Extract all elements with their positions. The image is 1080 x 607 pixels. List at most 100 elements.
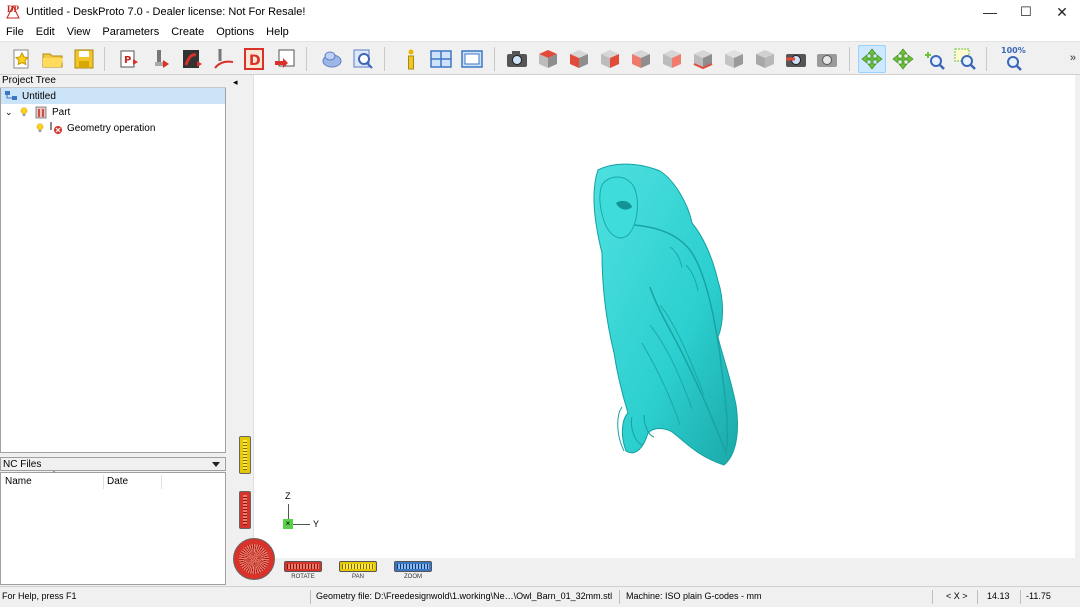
status-divider [1020,590,1021,604]
folder-icon [42,53,63,68]
geometry-icon [183,50,202,68]
menu-create[interactable]: Create [165,24,210,41]
view-back-button[interactable] [658,45,686,73]
nc-files-header: NC Files [0,457,226,471]
status-divider [619,590,620,604]
render-button[interactable] [782,45,810,73]
menu-help[interactable]: Help [260,24,295,41]
project-tree-header: Project Tree [0,75,226,88]
open-project-button[interactable] [39,45,67,73]
view-iso-back-button[interactable] [751,45,779,73]
zoom-view-button[interactable] [349,45,377,73]
rotate-label: ROTATE [291,574,315,580]
view-toggle-button[interactable] [458,45,486,73]
column-header-name[interactable]: Name [5,476,32,487]
menu-view[interactable]: View [61,24,97,41]
project-icon [5,91,17,100]
save-project-button[interactable] [70,45,98,73]
column-divider[interactable] [103,475,104,489]
menu-edit[interactable]: Edit [30,24,61,41]
maximize-button[interactable]: ☐ [1008,0,1044,24]
nc-files-title: NC Files [3,459,42,470]
menu-parameters[interactable]: Parameters [96,24,165,41]
rotate-mode-button[interactable] [858,45,886,73]
toolpath-button[interactable] [209,45,237,73]
toolbar-separator [986,47,987,71]
view-left-button[interactable] [627,45,655,73]
save-icon [74,49,94,69]
owl-model [593,163,738,466]
menu-options[interactable]: Options [210,24,260,41]
project-tree[interactable]: Untitled ⌄ Part Geometry operation [0,88,226,453]
output-button[interactable] [271,45,299,73]
camera-icon [507,51,527,67]
nc-files-list[interactable]: Name ⌃ Date [0,471,226,585]
status-geometry-file: Geometry file: D:\Freedesignwold\1.worki… [316,591,613,601]
window-layout-button[interactable] [427,45,455,73]
camera-button[interactable] [503,45,531,73]
magnifier-view-icon [353,49,373,69]
dropdown-arrow-icon[interactable] [211,461,221,469]
shaded-view-icon [322,51,342,68]
toolbar-overflow-button[interactable]: » [1070,52,1076,64]
tree-item-label: Part [52,106,71,118]
status-coord-y: -11.75 [1026,591,1051,601]
delete-toolpath-button[interactable]: D [240,45,268,73]
zoom-fit-button[interactable]: 100% [998,45,1028,73]
cube-bottom-icon [693,50,713,70]
toolpath-icon [214,49,234,69]
status-divider [932,590,933,604]
axis-indicator: Z × Y [280,490,330,540]
operation-parameters-button[interactable] [147,45,175,73]
toolbar-separator [384,47,385,71]
render-alt-button[interactable] [813,45,841,73]
rotate-slider-control[interactable] [284,561,322,572]
tree-item-untitled[interactable]: Untitled [1,88,225,104]
lightbulb-icon[interactable] [20,107,28,117]
rotate-dial-control[interactable] [233,538,275,580]
menu-bar: File Edit View Parameters Create Options… [0,24,1080,41]
view-bottom-button[interactable] [689,45,717,73]
pan-label: PAN [352,574,364,580]
part-parameters-button[interactable]: P [115,45,143,73]
zoom-window-icon [954,48,976,70]
column-header-date[interactable]: Date [107,476,128,487]
shaded-view-button[interactable] [318,45,346,73]
menu-file[interactable]: File [0,24,30,41]
toolbar-separator [849,47,850,71]
tree-item-part[interactable]: ⌄ Part [1,104,70,120]
view-top-button[interactable] [534,45,562,73]
operation-error-icon [50,122,62,134]
zoom-label: ZOOM [404,574,422,580]
zoom-mode-button[interactable] [920,45,948,73]
zoom-slider-control[interactable] [394,561,432,572]
lightbulb-icon[interactable] [36,123,44,133]
info-button[interactable] [396,45,424,73]
toolbar-separator [104,47,105,71]
zoom-window-button[interactable] [951,45,979,73]
title-bar: DP Untitled - DeskProto 7.0 - Dealer lic… [0,0,1080,24]
pan-mode-button[interactable] [889,45,917,73]
tree-item-geometry-operation[interactable]: Geometry operation [1,120,155,136]
minimize-button[interactable]: — [972,0,1008,24]
new-project-button[interactable] [8,45,36,73]
status-coord-mode[interactable]: < X > [946,591,968,601]
cube-left-icon [632,50,650,68]
3d-viewport[interactable]: ◂ Z × Y ROTATE PAN ZOOM [230,75,1075,585]
nc-files-panel: NC Files Name ⌃ Date [0,457,226,585]
pan-slider-control[interactable] [339,561,377,572]
geometry-parameters-button[interactable] [178,45,206,73]
view-right-button[interactable] [596,45,624,73]
view-iso-button[interactable] [720,45,748,73]
new-star-icon [13,49,30,69]
view-front-button[interactable] [565,45,593,73]
status-divider [310,590,311,604]
toolbar-separator [306,47,307,71]
column-divider[interactable] [161,475,162,489]
tree-item-label: Geometry operation [67,122,156,134]
render-alt-icon [817,54,837,67]
chevron-down-icon[interactable]: ⌄ [5,107,17,118]
zoom-percent-label: 100% [1001,46,1026,55]
close-button[interactable]: ✕ [1044,0,1080,24]
cube-top-icon [539,50,557,68]
